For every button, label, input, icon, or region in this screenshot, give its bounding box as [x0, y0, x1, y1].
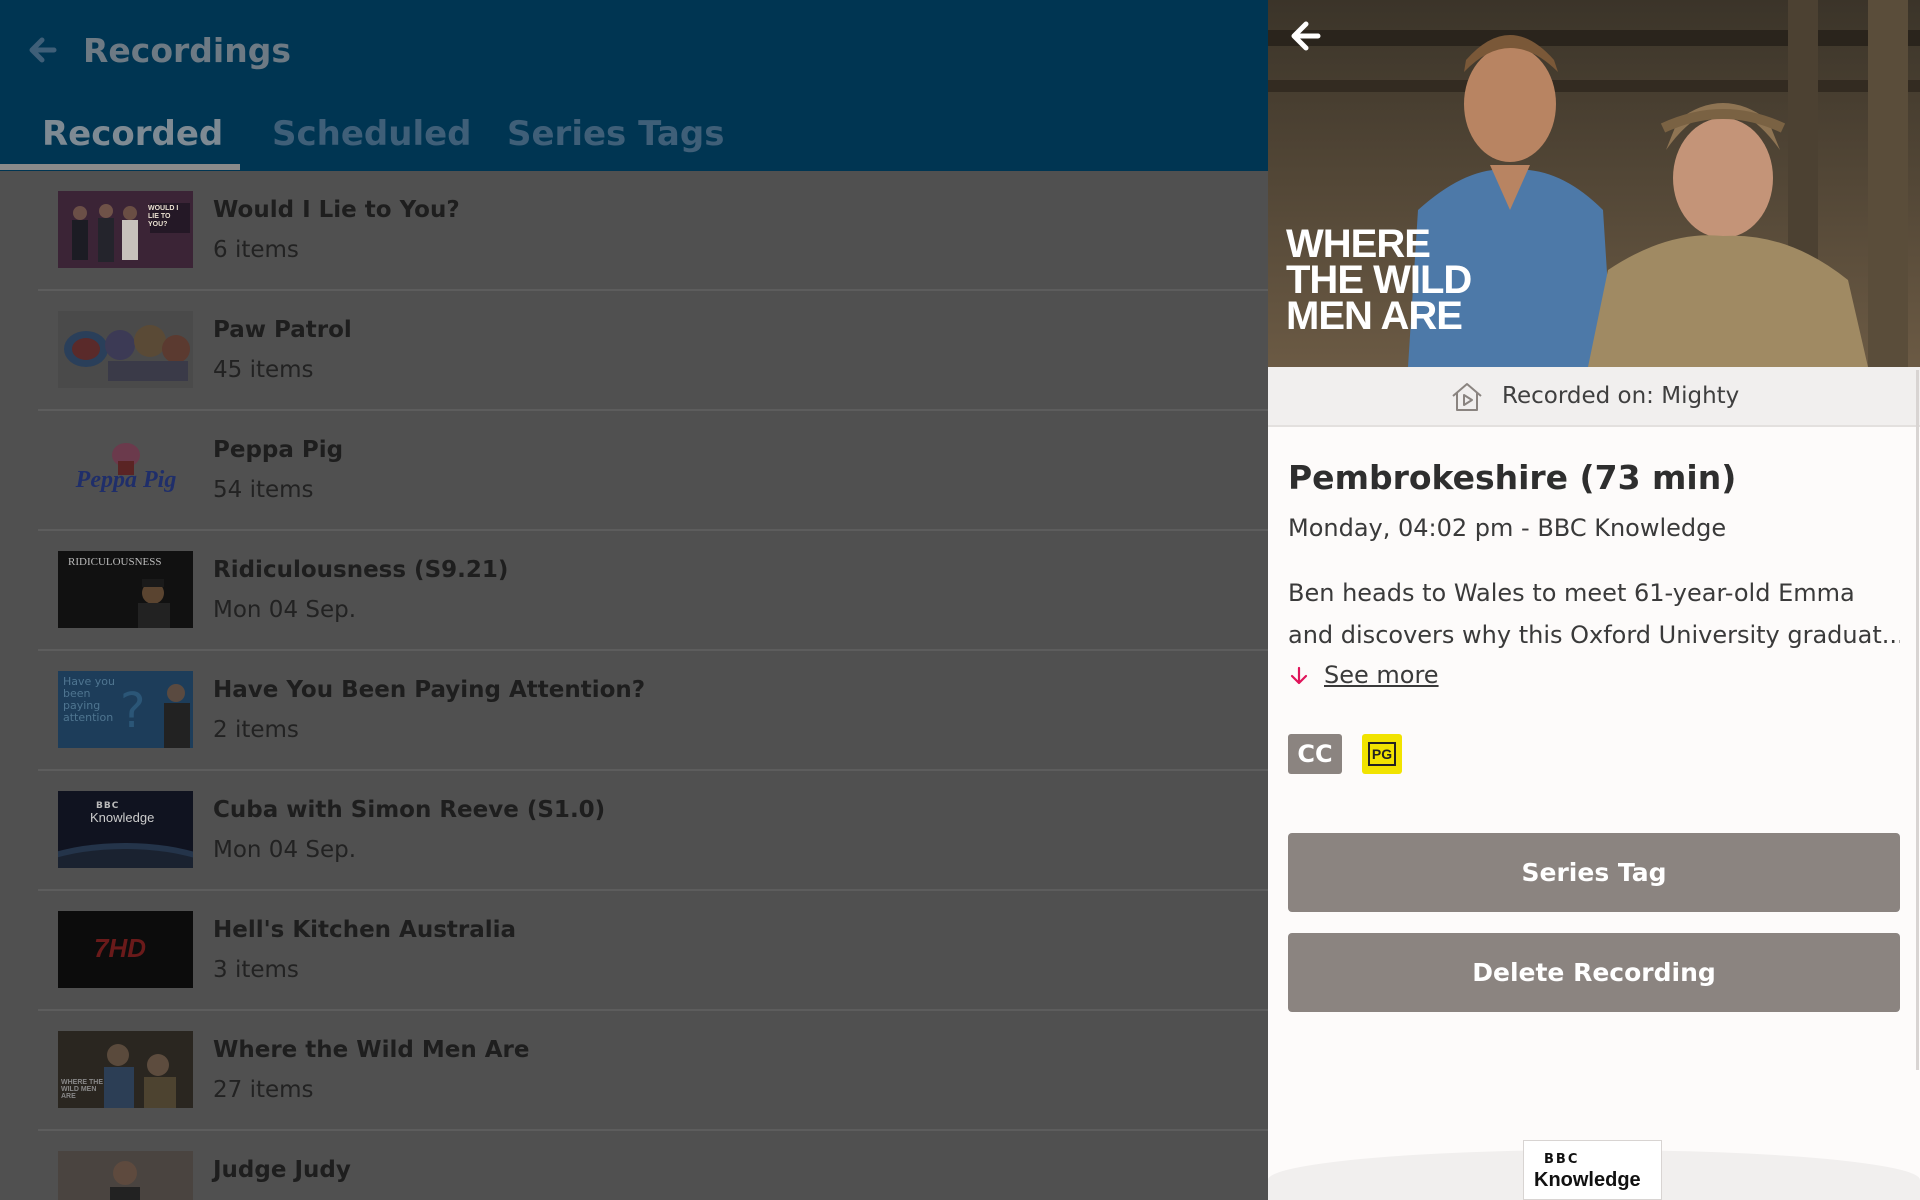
- thumbnail-logo-text: 7HD: [94, 933, 147, 963]
- list-item[interactable]: ? Have you been paying attention Have Yo…: [0, 651, 1268, 771]
- list-item[interactable]: Peppa Pig Peppa Pig 54 items: [0, 411, 1268, 531]
- recording-subtitle: 45 items: [213, 357, 314, 383]
- scrollbar[interactable]: [1916, 370, 1919, 1070]
- thumbnail-logo-text: Knowledge: [90, 810, 155, 825]
- page-title: Recordings: [83, 31, 291, 70]
- tab-recorded[interactable]: Recorded: [42, 112, 223, 156]
- rating-label: PG: [1368, 742, 1396, 766]
- list-item[interactable]: BBC Knowledge Cuba with Simon Reeve (S1.…: [0, 771, 1268, 891]
- recording-title: Where the Wild Men Are: [213, 1037, 530, 1063]
- thumbnail-paw-patrol: [58, 311, 193, 388]
- thumbnail-have-you-been-paying-attention: ? Have you been paying attention: [58, 671, 193, 748]
- thumbnail-judge-judy: [58, 1151, 193, 1200]
- see-more-link[interactable]: See more: [1324, 660, 1439, 690]
- recording-subtitle: 3 items: [213, 957, 299, 983]
- rating-badge: PG: [1362, 734, 1402, 774]
- recording-detail-panel: WHERE THE WILD MEN ARE Recorded on: Migh…: [1268, 0, 1920, 1200]
- thumbnail-7hd: 7HD: [58, 911, 193, 988]
- recording-subtitle: 2 items: [213, 717, 299, 743]
- recorded-on-label: Recorded on: Mighty: [1502, 383, 1740, 409]
- channel-logo-mark: BBC: [1544, 1152, 1580, 1167]
- recording-title: Cuba with Simon Reeve (S1.0): [213, 797, 606, 823]
- svg-text:?: ?: [120, 683, 145, 739]
- thumbnail-peppa-pig: Peppa Pig: [58, 431, 193, 508]
- list-item[interactable]: WHERE THE WILD MEN ARE Where the Wild Me…: [0, 1011, 1268, 1131]
- thumbnail-would-i-lie-to-you: WOULD I LIE TO YOU?: [58, 191, 193, 268]
- hero-title-line: THE WILD: [1286, 258, 1472, 302]
- recording-title: Peppa Pig: [213, 437, 344, 463]
- thumbnail-logo-text: RIDICULOUSNESS: [68, 556, 162, 568]
- hero-title-line: WHERE: [1286, 222, 1431, 266]
- recording-title: Ridiculousness (S9.21): [213, 557, 509, 583]
- recording-subtitle: Mon 04 Sep.: [213, 837, 357, 863]
- series-tag-button[interactable]: Series Tag: [1288, 833, 1900, 912]
- tab-scheduled[interactable]: Scheduled: [272, 112, 472, 156]
- thumbnail-logo-text: WHERE THE WILD MEN ARE: [61, 1079, 103, 1100]
- recording-subtitle: Mon 04 Sep.: [213, 597, 357, 623]
- active-tab-indicator: [0, 164, 240, 170]
- list-item[interactable]: WOULD I LIE TO YOU? Would I Lie to You? …: [0, 171, 1268, 291]
- recordings-list: WOULD I LIE TO YOU? Would I Lie to You? …: [0, 171, 1268, 1200]
- closed-captions-badge: CC: [1288, 734, 1342, 774]
- recording-title: Would I Lie to You?: [213, 197, 460, 223]
- arrow-down-icon[interactable]: [1288, 665, 1310, 687]
- episode-description: Ben heads to Wales to meet 61-year-old E…: [1288, 572, 1900, 656]
- hero-show-title: WHERE THE WILD MEN ARE: [1286, 222, 1472, 338]
- hero-image: WHERE THE WILD MEN ARE: [1268, 0, 1920, 367]
- tab-series-tags[interactable]: Series Tags: [507, 112, 724, 156]
- recording-subtitle: 54 items: [213, 477, 314, 503]
- list-item[interactable]: 7HD Hell's Kitchen Australia 3 items: [0, 891, 1268, 1011]
- channel-logo-word: Knowledge: [1534, 1169, 1641, 1191]
- recording-title: Hell's Kitchen Australia: [213, 917, 517, 943]
- channel-logo: BBC Knowledge: [1523, 1140, 1662, 1200]
- home-play-icon: [1452, 383, 1482, 411]
- episode-meta: Monday, 04:02 pm - BBC Knowledge: [1288, 514, 1727, 542]
- thumbnail-where-the-wild-men-are: WHERE THE WILD MEN ARE: [58, 1031, 193, 1108]
- list-item[interactable]: RIDICULOUSNESS Ridiculousness (S9.21) Mo…: [0, 531, 1268, 651]
- recording-subtitle: 6 items: [213, 237, 299, 263]
- thumbnail-bbc-knowledge: BBC Knowledge: [58, 791, 193, 868]
- thumbnail-logo-text: Have you been paying attention: [63, 675, 115, 724]
- recordings-list-pane: Recordings Recorded Scheduled Series Tag…: [0, 0, 1268, 1200]
- description-line: and discovers why this Oxford University…: [1288, 621, 1900, 649]
- back-arrow-icon[interactable]: [1284, 16, 1324, 56]
- recording-subtitle: 27 items: [213, 1077, 314, 1103]
- delete-recording-button[interactable]: Delete Recording: [1288, 933, 1900, 1012]
- thumbnail-logo-text: Peppa Pig: [75, 467, 177, 493]
- recording-title: Have You Been Paying Attention?: [213, 677, 646, 703]
- back-arrow-icon[interactable]: [20, 30, 60, 70]
- list-item[interactable]: Paw Patrol 45 items: [0, 291, 1268, 411]
- thumbnail-logo-text: WOULD I LIE TO YOU?: [148, 205, 179, 228]
- list-item[interactable]: Judge Judy: [0, 1131, 1268, 1200]
- hero-title-line: MEN ARE: [1286, 294, 1463, 338]
- thumbnail-ridiculousness: RIDICULOUSNESS: [58, 551, 193, 628]
- recording-title: Judge Judy: [213, 1157, 351, 1183]
- description-line: Ben heads to Wales to meet 61-year-old E…: [1288, 579, 1855, 607]
- recording-title: Paw Patrol: [213, 317, 352, 343]
- recorded-on-bar: Recorded on: Mighty: [1268, 367, 1920, 427]
- episode-title: Pembrokeshire (73 min): [1288, 458, 1737, 497]
- app-header: Recordings Recorded Scheduled Series Tag…: [0, 0, 1268, 171]
